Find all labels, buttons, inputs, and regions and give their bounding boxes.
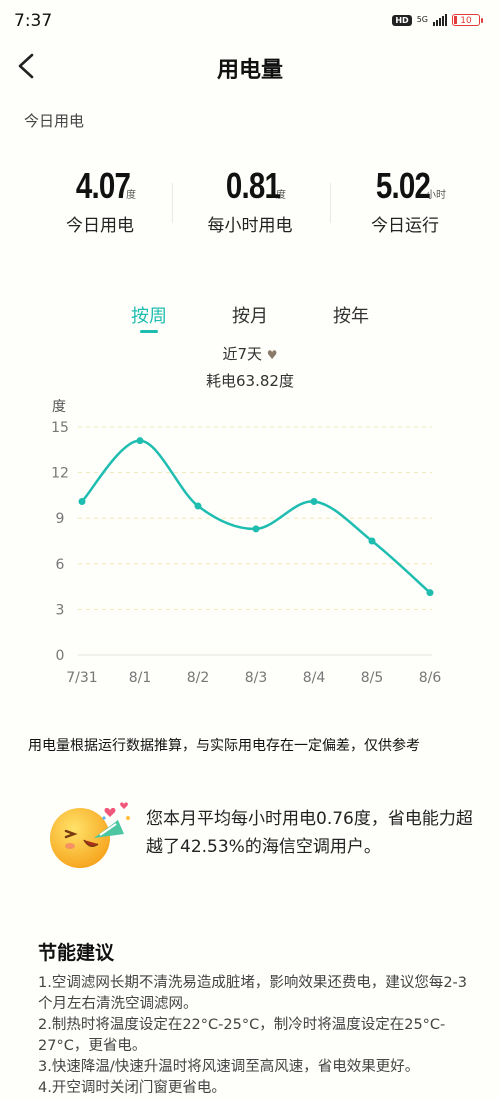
page-title: 用电量 xyxy=(216,58,283,83)
y-tick-label: 0 xyxy=(56,648,65,664)
signal-icon xyxy=(433,14,447,26)
range-label: 近7天 xyxy=(222,345,262,363)
battery-level: 10 xyxy=(460,16,472,26)
tab-month[interactable]: 按月 xyxy=(220,302,280,328)
stat-label: 今日用电 xyxy=(66,216,134,236)
stat-today-usage: 4.07度 今日用电 xyxy=(25,165,175,236)
data-point xyxy=(194,502,202,510)
x-tick-label: 8/5 xyxy=(361,670,384,686)
disclaimer-text: 用电量根据运行数据推算，与实际用电存在一定偏差，仅供参考 xyxy=(28,738,420,754)
stat-divider xyxy=(172,183,173,223)
period-tabs: 按周 按月 按年 xyxy=(0,302,500,342)
stat-hourly-usage: 0.81度 每小时用电 xyxy=(175,165,325,236)
stats-row: 4.07度 今日用电 0.81度 每小时用电 5.02小时 今日运行 xyxy=(0,165,500,245)
tab-year[interactable]: 按年 xyxy=(321,302,381,328)
tips-list: 1.空调滤网长期不清洗易造成脏堵，影响效果还费电，建议您每2-3个月左右清洗空调… xyxy=(38,973,478,1099)
data-point xyxy=(368,537,376,545)
y-tick-label: 9 xyxy=(56,511,65,527)
tip-item: 1.空调滤网长期不清洗易造成脏堵，影响效果还费电，建议您每2-3个月左右清洗空调… xyxy=(38,975,468,1012)
usage-line-chart: 度 15 12 9 6 3 07/31 8/1 8/2 8/3 8/4 8/5 8/6 xyxy=(51,399,442,686)
status-bar: 7:37 HD 5G 10 xyxy=(0,0,500,40)
y-tick-label: 15 xyxy=(51,420,69,436)
stat-label: 今日运行 xyxy=(371,216,439,236)
heart-icon: ♥ xyxy=(266,348,278,362)
series-line xyxy=(81,439,431,594)
active-tab-indicator xyxy=(140,330,158,333)
tip-item: 4.开空调时关闭门窗更省电。 xyxy=(38,1080,226,1096)
tip-item: 2.制热时将温度设定在22°C-25°C，制冷时将温度设定在25°C-27°C，… xyxy=(38,1017,446,1054)
stat-value: 5.02 xyxy=(375,165,431,206)
tip-item: 3.快速降温/快速升温时将风速调至高风速，省电效果更好。 xyxy=(38,1059,420,1075)
tips-title: 节能建议 xyxy=(38,942,115,964)
hd-icon: HD xyxy=(392,14,412,26)
consumption-total: 耗电63.82度 xyxy=(206,372,294,390)
x-tick-label: 7/31 xyxy=(66,670,97,686)
data-point xyxy=(78,497,86,505)
section-label: 今日用电 xyxy=(24,112,85,130)
stat-label: 每小时用电 xyxy=(207,216,293,236)
battery-icon: 10 xyxy=(452,14,483,26)
x-tick-label: 8/2 xyxy=(187,670,210,686)
stat-runtime: 5.02小时 今日运行 xyxy=(330,165,480,236)
stat-divider xyxy=(330,183,331,223)
data-point xyxy=(136,437,144,445)
x-tick-label: 8/3 xyxy=(245,670,268,686)
tab-week[interactable]: 按周 xyxy=(119,302,179,328)
data-point xyxy=(310,497,318,505)
header: 用电量 xyxy=(0,40,500,90)
y-axis-unit: 度 xyxy=(52,399,66,415)
savings-summary: 您本月平均每小时用电0.76度，省电能力超越了42.53%的海信空调用户。 xyxy=(146,809,473,857)
data-point xyxy=(252,525,260,533)
data-point xyxy=(426,589,434,597)
y-tick-label: 6 xyxy=(56,557,65,573)
status-icons: HD 5G 10 xyxy=(392,14,483,26)
celebration-emoji-icon xyxy=(50,802,130,868)
stat-value: 4.07 xyxy=(75,165,131,206)
x-tick-label: 8/1 xyxy=(129,670,152,686)
y-tick-label: 12 xyxy=(51,466,69,482)
y-tick-label: 3 xyxy=(56,602,65,618)
stat-value: 0.81 xyxy=(225,165,281,206)
range-selector[interactable]: 近7天 ♥ xyxy=(0,343,500,364)
status-time: 7:37 xyxy=(14,11,53,31)
x-tick-label: 8/4 xyxy=(303,670,326,686)
x-tick-label: 8/6 xyxy=(419,670,442,686)
network-type: 5G xyxy=(416,15,428,24)
